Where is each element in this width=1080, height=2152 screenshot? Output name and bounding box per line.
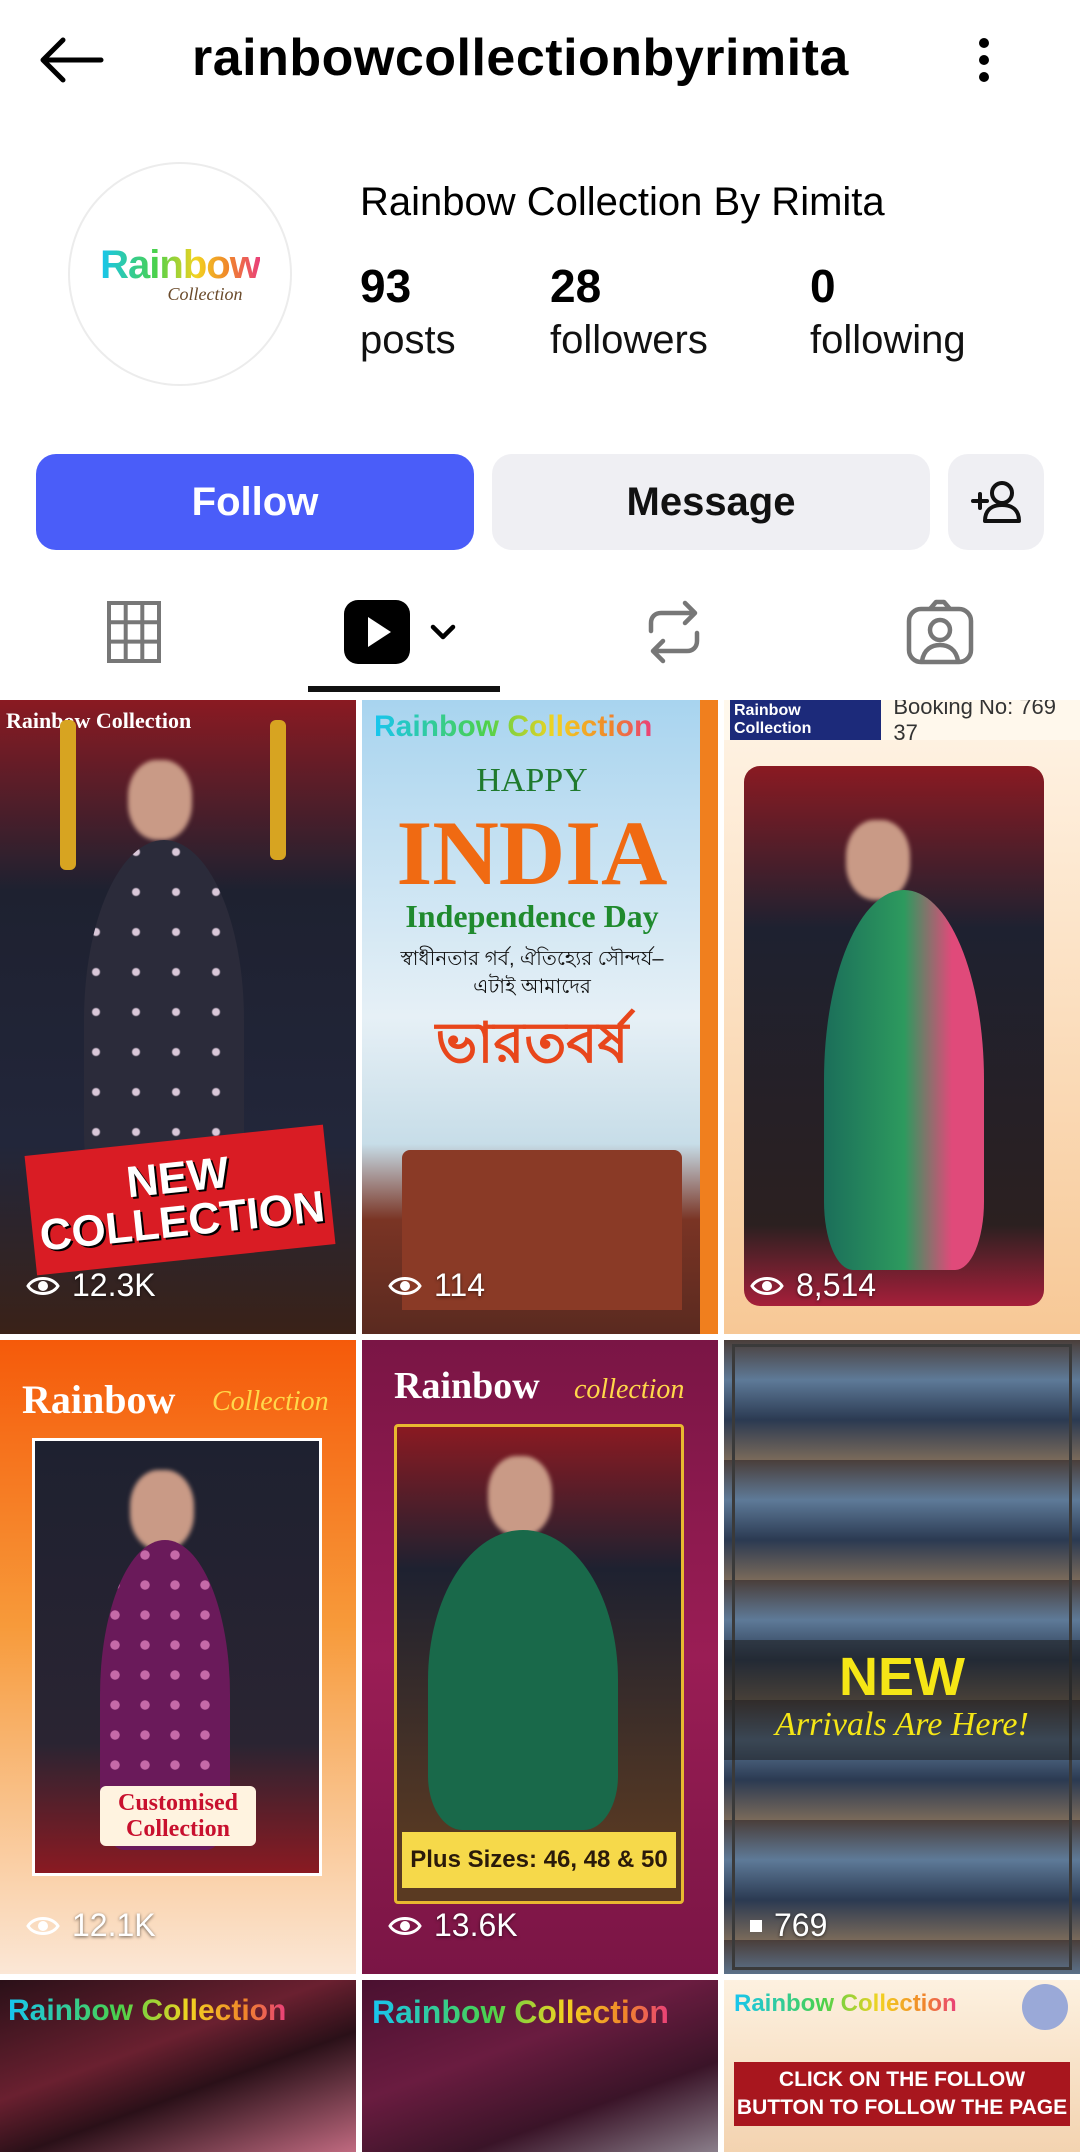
view-count: 13.6K [388,1907,518,1944]
followers-label: followers [550,318,708,362]
tab-posts-grid[interactable] [40,570,228,694]
reel-title-sub: collection [574,1374,685,1405]
eye-icon [388,1916,422,1935]
reel-title-sub: Collection [212,1386,329,1417]
blurred-face [488,1456,552,1536]
reel-tile[interactable]: Rainbow collection Plus Sizes: 46, 48 & … [362,1340,718,1974]
following-stat[interactable]: 0 following [810,258,966,366]
profile-tabs [0,570,1080,694]
following-label: following [810,318,966,362]
back-button[interactable] [30,24,110,96]
tab-reposts[interactable] [580,570,768,694]
reel-brand-badge: Rainbow Collection [730,700,882,740]
more-vertical-icon [979,38,989,82]
active-tab-indicator [308,686,500,692]
decoration-garland [270,720,286,860]
reel-text-arrivals: Arrivals Are Here! [775,1706,1029,1743]
view-count-text: 13.6K [434,1907,518,1943]
reel-text-india: INDIA [396,802,668,904]
side-stripe [700,700,718,1334]
view-count-text: 12.3K [72,1267,156,1303]
following-count: 0 [810,260,836,312]
eye-icon [26,1916,60,1935]
reels-icon [344,600,456,664]
reel-tile[interactable]: Rainbow Collection [0,1980,356,2152]
view-count-text: 769 [774,1907,828,1943]
customised-banner: Customised Collection [100,1786,256,1846]
reel-title: Rainbow [394,1365,540,1407]
view-count-text: 114 [434,1267,486,1303]
reel-text-new: NEW [839,1647,965,1707]
message-button[interactable]: Message [492,454,930,550]
like-hand-icon [1022,1984,1068,2030]
display-name: Rainbow Collection By Rimita [360,180,885,224]
follow-cta-banner: CLICK ON THE FOLLOW BUTTON TO FOLLOW THE… [734,2062,1070,2126]
tagged-icon [906,599,974,665]
reel-brand-badge: Rainbow Collection [6,708,192,733]
booking-bar: Rainbow Collection Booking No: 769 37 [724,700,1080,745]
reel-tile[interactable]: Rainbow Collection Customised Collection… [0,1340,356,1974]
arrow-left-icon [40,37,104,83]
model-figure [428,1530,618,1830]
reel-brand-badge: Rainbow Collection [8,1994,287,2027]
view-count: 114 [388,1267,485,1304]
reel-text-independence: Independence Day [405,898,659,934]
reel-text-happy: HAPPY [476,762,588,799]
grid-icon [107,601,161,663]
suggested-accounts-button[interactable] [948,454,1044,550]
avatar-logo-sub: Collection [167,284,243,304]
blurred-face [846,820,910,900]
top-bar: rainbowcollectionbyrimita [0,0,1080,120]
blurred-face [130,1470,194,1550]
view-count: 12.3K [26,1267,156,1304]
reel-tile[interactable]: NEW Arrivals Are Here! 769 [724,1340,1080,1974]
blurred-face [128,760,192,840]
posts-stat[interactable]: 93 posts [360,258,456,366]
eye-icon [26,1276,60,1295]
reel-title: Rainbow [22,1377,176,1422]
reel-tile[interactable]: Rainbow Collection NEW COLLECTION 12.3K [0,700,356,1334]
tab-reels[interactable] [312,570,500,694]
reel-text-bharatbarsha: ভারতবর্ষ [435,1011,629,1074]
follow-button[interactable]: Follow [36,454,474,550]
posts-label: posts [360,318,456,362]
view-count: 8,514 [750,1267,876,1304]
profile-username: rainbowcollectionbyrimita [192,29,849,87]
more-options-button[interactable] [960,24,1008,96]
view-indicator [750,1919,762,1932]
decoration-garland [60,720,76,870]
reel-tile[interactable]: Rainbow Collection [362,1980,718,2152]
reel-brand-badge: Rainbow Collection [734,1990,957,2017]
avatar-logo-text: Rainbow [100,243,261,287]
plus-sizes-banner: Plus Sizes: 46, 48 & 50 [402,1832,676,1888]
view-count-text: 8,514 [796,1267,877,1303]
model-figure [824,890,984,1270]
reel-tile[interactable]: Rainbow Collection HAPPY INDIA Independe… [362,700,718,1334]
followers-stat[interactable]: 28 followers [550,258,708,366]
reel-tile[interactable]: Rainbow Collection CLICK ON THE FOLLOW B… [724,1980,1080,2152]
booking-number: Booking No: 769 37 [893,700,1057,745]
new-collection-banner: NEW COLLECTION [24,1124,336,1276]
reposts-icon [648,600,700,664]
reel-brand-badge: Rainbow Collection [374,710,653,743]
reel-brand-badge: Rainbow Collection [372,1994,669,2030]
tab-tagged[interactable] [846,570,1034,694]
posts-count: 93 [360,260,412,312]
reel-tile[interactable]: Rainbow Collection Booking No: 769 37 8,… [724,700,1080,1334]
add-person-icon [971,481,1021,523]
eye-icon [750,1276,784,1295]
followers-count: 28 [550,260,602,312]
eye-icon [388,1276,422,1295]
view-count: 12.1K [26,1907,156,1944]
profile-avatar[interactable]: Rainbow Collection [68,162,292,386]
view-count-text: 12.1K [72,1907,156,1943]
view-count: 769 [750,1907,827,1944]
